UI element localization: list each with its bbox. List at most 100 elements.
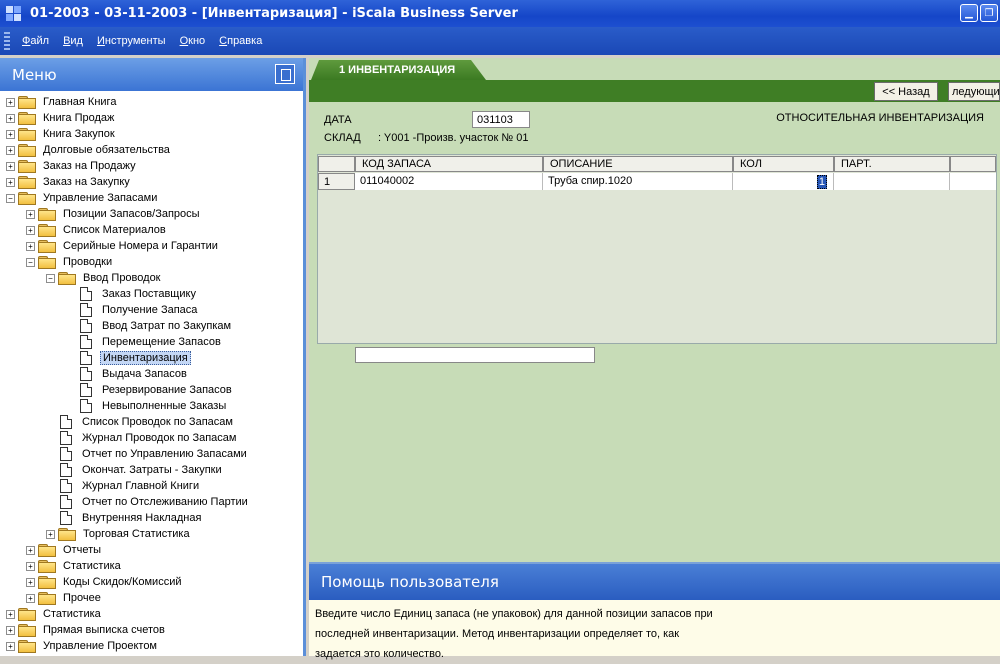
expand-icon[interactable]: + [26, 593, 35, 603]
tree-item[interactable]: + Коды Скидок/Комиссий [0, 574, 303, 590]
expand-icon[interactable]: + [26, 545, 35, 555]
tree-item[interactable]: + Торговая Статистика [0, 526, 303, 542]
inventory-form: ДАТА 031103 СКЛАД : Y001 -Произв. участо… [312, 106, 998, 363]
tree-item-label: Перемещение Запасов [102, 336, 221, 348]
grid-cell-lot[interactable] [834, 173, 950, 190]
tree-item[interactable]: + Долговые обязательства [0, 142, 303, 158]
menu-help[interactable]: Справка [219, 35, 262, 47]
collapse-icon[interactable]: − [6, 193, 15, 203]
expand-icon[interactable]: + [6, 97, 15, 107]
tree-item[interactable]: Перемещение Запасов [0, 334, 303, 350]
tree-item[interactable]: + Прочее [0, 590, 303, 606]
help-pane: Помощь пользователя Введите число Единиц… [309, 562, 1000, 660]
collapse-icon[interactable]: − [46, 273, 55, 283]
tree-item[interactable]: + Прямая выписка счетов [0, 622, 303, 638]
tree-item[interactable]: + Заказ на Закупку [0, 174, 303, 190]
tree-item-label: Коды Скидок/Комиссий [63, 576, 182, 588]
tree-item[interactable]: Заказ Поставщику [0, 286, 303, 302]
tree-item-label: Книга Закупок [43, 128, 115, 140]
tab-inventory[interactable]: 1 ИНВЕНТАРИЗАЦИЯ [311, 60, 486, 80]
expand-icon[interactable]: + [6, 161, 15, 171]
menu-pane-header: Меню [0, 58, 303, 91]
tree-item[interactable]: Ввод Затрат по Закупкам [0, 318, 303, 334]
expand-icon[interactable]: + [26, 209, 35, 219]
minimize-button[interactable]: ▁ [960, 4, 978, 22]
back-button[interactable]: << Назад [874, 82, 938, 101]
tree-item[interactable]: + Статистика [0, 558, 303, 574]
tree-item[interactable]: Внутренняя Накладная [0, 510, 303, 526]
tree-item[interactable]: + Главная Книга [0, 94, 303, 110]
menu-window[interactable]: Окно [180, 35, 206, 47]
grid-header-description[interactable]: ОПИСАНИЕ [543, 156, 733, 172]
folder-icon [18, 608, 36, 621]
expand-icon[interactable]: + [6, 625, 15, 635]
expand-icon[interactable]: + [6, 641, 15, 651]
folder-icon [18, 192, 36, 205]
tree-item[interactable]: Отчет по Управлению Запасами [0, 446, 303, 462]
expand-icon[interactable]: + [6, 177, 15, 187]
table-row[interactable]: 1 011040002 Труба спир.1020 1 [318, 173, 996, 190]
tree-item[interactable]: + Заказ на Продажу [0, 158, 303, 174]
expand-icon[interactable]: + [26, 241, 35, 251]
expand-icon[interactable]: + [6, 113, 15, 123]
date-field[interactable]: 031103 [472, 111, 530, 128]
tree-item[interactable]: + Список Материалов [0, 222, 303, 238]
document-icon [60, 447, 72, 461]
tree-item[interactable]: + Отчеты [0, 542, 303, 558]
tree-item[interactable]: Резервирование Запасов [0, 382, 303, 398]
grid-cell-description[interactable]: Труба спир.1020 [543, 173, 733, 190]
folder-icon [38, 208, 56, 221]
menu-file[interactable]: Файл [22, 35, 49, 47]
grid-cell-code[interactable]: 011040002 [355, 173, 543, 190]
window-title: 01-2003 - 03-11-2003 - [Инвентаризация] … [30, 6, 518, 21]
collapse-icon[interactable]: − [26, 257, 35, 267]
qty-value[interactable]: 1 [816, 175, 827, 189]
grid-header-qty[interactable]: КОЛ [733, 156, 834, 172]
next-button[interactable]: ледующи [948, 82, 1000, 101]
folder-icon [38, 576, 56, 589]
tree-item-label: Выдача Запасов [102, 368, 187, 380]
tree-item[interactable]: + Управление Проектом [0, 638, 303, 654]
tree-item[interactable]: Получение Запаса [0, 302, 303, 318]
grid-header-lot[interactable]: ПАРТ. [834, 156, 950, 172]
maximize-button[interactable]: ❐ [980, 4, 998, 22]
tree-item-label: Заказ на Закупку [43, 176, 130, 188]
folder-icon [38, 256, 56, 269]
expand-icon[interactable]: + [6, 609, 15, 619]
tree-item[interactable]: Отчет по Отслеживанию Партии [0, 494, 303, 510]
grid-header-rownum [318, 156, 355, 172]
tab-strip: 1 ИНВЕНТАРИЗАЦИЯ [309, 58, 1000, 80]
row-detail-field[interactable] [355, 347, 595, 363]
document-icon [60, 495, 72, 509]
expand-icon[interactable]: + [46, 529, 55, 539]
menu-view[interactable]: Вид [63, 35, 83, 47]
tree-item[interactable]: − Проводки [0, 254, 303, 270]
tree-item[interactable]: + Книга Закупок [0, 126, 303, 142]
tree-item[interactable]: Невыполненные Заказы [0, 398, 303, 414]
tree-item[interactable]: Журнал Главной Книги [0, 478, 303, 494]
tree-item[interactable]: + Статистика [0, 606, 303, 622]
tree-item[interactable]: + Позиции Запасов/Запросы [0, 206, 303, 222]
pane-toggle-icon[interactable] [275, 64, 295, 84]
expand-icon[interactable]: + [26, 577, 35, 587]
expand-icon[interactable]: + [26, 225, 35, 235]
tree-item-label: Список Проводок по Запасам [82, 416, 233, 428]
tree-item[interactable]: − Ввод Проводок [0, 270, 303, 286]
tree-item[interactable]: Список Проводок по Запасам [0, 414, 303, 430]
grid-cell-qty[interactable]: 1 [733, 173, 834, 190]
tree-item[interactable]: Журнал Проводок по Запасам [0, 430, 303, 446]
tree-item[interactable]: + Книга Продаж [0, 110, 303, 126]
expand-icon[interactable]: + [6, 129, 15, 139]
tree-item[interactable]: − Управление Запасами [0, 190, 303, 206]
tree-item[interactable]: Выдача Запасов [0, 366, 303, 382]
help-text: Введите число Единиц запаса (не упаковок… [309, 600, 1000, 664]
tree-item[interactable]: Окончат. Затраты - Закупки [0, 462, 303, 478]
tree-item[interactable]: + Серийные Номера и Гарантии [0, 238, 303, 254]
expand-icon[interactable]: + [6, 145, 15, 155]
tree-item[interactable]: Инвентаризация [0, 350, 303, 366]
menu-tools[interactable]: Инструменты [97, 35, 166, 47]
expand-icon[interactable]: + [26, 561, 35, 571]
grid-header-code[interactable]: КОД ЗАПАСА [355, 156, 543, 172]
